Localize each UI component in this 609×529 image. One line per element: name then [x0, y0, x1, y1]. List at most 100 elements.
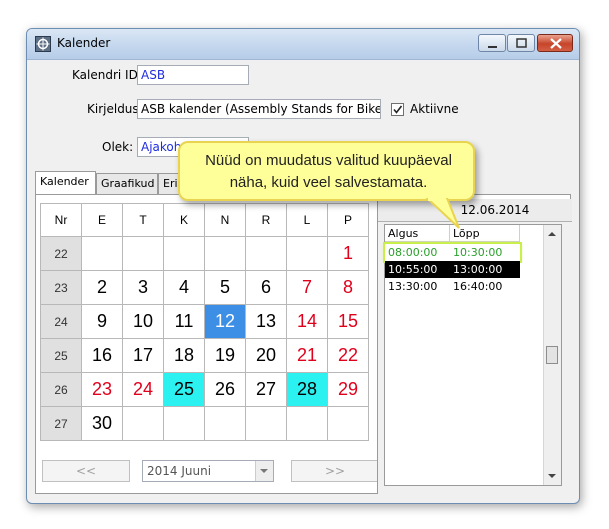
time-slot-row[interactable]: 08:00:00 10:30:00 [383, 242, 522, 263]
calendar-day-cell[interactable]: 11 [163, 304, 205, 339]
empty-day-cell [163, 406, 205, 441]
maximize-button[interactable] [507, 34, 535, 52]
week-number: 26 [40, 372, 82, 407]
schedule-date-text: 12.06.2014 [460, 203, 530, 217]
slot-end: 16:40:00 [453, 280, 503, 293]
calendar-day-cell[interactable]: 15 [327, 304, 369, 339]
calendar-day-cell[interactable]: 7 [286, 270, 328, 305]
description-field[interactable]: ASB kalender (Assembly Stands for Bikes) [137, 99, 381, 119]
calendar-day-cell[interactable]: 4 [163, 270, 205, 305]
tab-graafikud[interactable]: Graafikud [96, 173, 158, 194]
calendar-day-cell[interactable]: 1 [327, 236, 369, 271]
window-title: Kalender [57, 36, 111, 50]
time-slot-row[interactable]: 10:55:00 13:00:00 [385, 261, 520, 278]
week-number: 23 [40, 270, 82, 305]
weekday-header: K [163, 203, 205, 237]
active-checkbox[interactable] [391, 103, 404, 116]
calendar-app-icon [35, 36, 51, 52]
calendar-day-cell[interactable]: 24 [122, 372, 164, 407]
weekday-header: P [327, 203, 369, 237]
slot-end: 10:30:00 [453, 246, 503, 259]
title-bar[interactable]: Kalender [27, 29, 579, 60]
week-number: 22 [40, 236, 82, 271]
minimize-icon [488, 46, 497, 48]
calendar-day-cell[interactable]: 16 [81, 338, 123, 373]
calendar-week-row: 22 1 [40, 236, 369, 271]
time-slot-row[interactable]: 13:30:00 16:40:00 [385, 278, 520, 295]
callout-pointer [425, 198, 460, 229]
status-label: Olek: [102, 140, 134, 154]
calendar-day-cell[interactable]: 23 [81, 372, 123, 407]
empty-day-cell [122, 236, 164, 271]
calendar-day-cell[interactable]: 14 [286, 304, 328, 339]
close-icon [550, 38, 562, 49]
empty-day-cell [245, 236, 287, 271]
info-callout: Nüüd on muudatus valitud kuupäeval näha,… [178, 141, 475, 201]
empty-day-cell [81, 236, 123, 271]
prev-month-button[interactable]: << [42, 460, 130, 482]
list-scrollbar[interactable] [543, 225, 561, 485]
slot-end: 13:00:00 [453, 263, 503, 276]
calendar-day-cell[interactable]: 30 [81, 406, 123, 441]
weekday-header: N [204, 203, 246, 237]
calendar-day-cell[interactable]: 5 [204, 270, 246, 305]
tab-kalender[interactable]: Kalender [35, 171, 96, 194]
next-month-button[interactable]: >> [291, 460, 379, 482]
calendar-day-cell[interactable]: 26 [204, 372, 246, 407]
calendar-week-row: 23 2 3 4 5 6 7 8 [40, 270, 369, 305]
weekday-header: R [245, 203, 287, 237]
empty-day-cell [245, 406, 287, 441]
empty-day-cell [204, 236, 246, 271]
slot-start: 08:00:00 [388, 246, 438, 259]
scroll-down-icon [548, 474, 556, 478]
calendar-day-cell[interactable]: 19 [204, 338, 246, 373]
calendar-day-cell[interactable]: 20 [245, 338, 287, 373]
calendar-day-cell[interactable]: 13 [245, 304, 287, 339]
calendar-week-row: 25 16 17 18 19 20 21 22 [40, 338, 369, 373]
calendar-day-cell[interactable]: 21 [286, 338, 328, 373]
calendar-day-cell[interactable]: 22 [327, 338, 369, 373]
calendar-day-cell[interactable]: 10 [122, 304, 164, 339]
calendar-day-cell[interactable]: 29 [327, 372, 369, 407]
slot-start: 13:30:00 [388, 280, 438, 293]
minimize-button[interactable] [478, 34, 506, 52]
calendar-day-cell[interactable]: 25 [163, 372, 205, 407]
month-select[interactable]: 2014 Juuni [142, 460, 274, 482]
scrollbar-thumb[interactable] [546, 346, 558, 364]
close-button[interactable] [537, 34, 573, 52]
calendar-day-cell[interactable]: 2 [81, 270, 123, 305]
callout-text: Nüüd on muudatus valitud kuupäeval näha,… [180, 150, 477, 194]
calendar-day-cell[interactable]: 12 [204, 304, 246, 339]
checkmark-icon [393, 105, 403, 114]
weekday-header: T [122, 203, 164, 237]
empty-day-cell [204, 406, 246, 441]
week-number: 25 [40, 338, 82, 373]
calendar-id-field[interactable]: ASB [137, 65, 249, 85]
month-select-value: 2014 Juuni [147, 464, 212, 478]
maximize-icon [516, 38, 527, 48]
empty-day-cell [286, 406, 328, 441]
week-number-header: Nr [40, 203, 82, 237]
calendar-day-cell[interactable]: 8 [327, 270, 369, 305]
calendar-day-cell[interactable]: 6 [245, 270, 287, 305]
calendar-day-cell[interactable]: 27 [245, 372, 287, 407]
schedule-date: 12.06.2014 [378, 199, 572, 222]
calendar-week-row: 27 30 [40, 406, 369, 441]
calendar-week-row: 26 23 24 25 26 27 28 29 [40, 372, 369, 407]
schedule-panel: 12.06.2014 Algus Lõpp 08:00:00 10:30:00 10… [377, 199, 572, 494]
weekday-header: L [286, 203, 328, 237]
calendar-day-cell[interactable]: 3 [122, 270, 164, 305]
scroll-up-icon [548, 232, 556, 236]
empty-day-cell [286, 236, 328, 271]
description-label: Kirjeldus: [87, 102, 143, 116]
slot-start: 10:55:00 [388, 263, 438, 276]
callout-line-1: Nüüd on muudatus valitud kuupäeval [205, 152, 452, 169]
calendar-day-cell[interactable]: 17 [122, 338, 164, 373]
calendar-day-cell[interactable]: 9 [81, 304, 123, 339]
weekday-header: E [81, 203, 123, 237]
week-number: 24 [40, 304, 82, 339]
calendar-day-cell[interactable]: 18 [163, 338, 205, 373]
calendar-day-cell[interactable]: 28 [286, 372, 328, 407]
calendar-id-label: Kalendri ID: [72, 68, 142, 82]
empty-day-cell [327, 406, 369, 441]
